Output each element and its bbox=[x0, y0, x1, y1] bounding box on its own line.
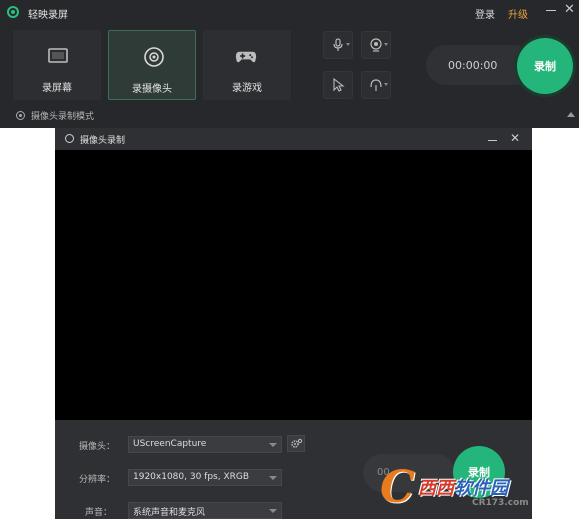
main-window: 轻映录屏 登录 升级 ✕ 录屏幕 录摄像头 录游戏 00:00:00 录制 摄像… bbox=[0, 0, 579, 128]
chevron-down-icon bbox=[384, 43, 388, 46]
audio-output-button[interactable] bbox=[361, 71, 391, 99]
webcam-toggle-button[interactable] bbox=[361, 31, 391, 59]
mode-record-webcam[interactable]: 录摄像头 bbox=[108, 30, 196, 100]
camera-settings-button[interactable] bbox=[287, 435, 305, 452]
webcam-icon bbox=[144, 47, 164, 67]
elapsed-timer: 00:00:00 bbox=[448, 59, 498, 72]
cursor-button[interactable] bbox=[323, 71, 353, 99]
app-logo-icon bbox=[7, 6, 19, 18]
camera-window-titlebar: 摄像头录制 ✕ bbox=[55, 128, 532, 150]
resolution-select[interactable]: 1920x1080, 30 fps, XRGB bbox=[128, 469, 282, 486]
chevron-down-icon bbox=[384, 83, 388, 86]
watermark-name: 西西软件园 bbox=[418, 478, 508, 499]
title-bar: 轻映录屏 登录 升级 ✕ bbox=[0, 0, 579, 26]
collapse-icon[interactable] bbox=[567, 112, 575, 117]
gear-icon bbox=[291, 438, 303, 448]
close-icon[interactable]: ✕ bbox=[510, 132, 520, 144]
minimize-icon[interactable] bbox=[488, 140, 497, 141]
camera-preview bbox=[55, 150, 532, 420]
microphone-icon bbox=[333, 38, 343, 51]
mode-status: 摄像头录制模式 bbox=[16, 109, 94, 122]
watermark-c-logo: C bbox=[380, 462, 416, 513]
audio-output-icon bbox=[370, 79, 382, 91]
camera-logo-icon bbox=[65, 134, 74, 143]
camera-label: 摄像头： bbox=[79, 442, 116, 452]
webcam-toggle-icon bbox=[370, 38, 382, 52]
resolution-label: 分辨率： bbox=[79, 475, 116, 485]
watermark-url: CR173.com bbox=[472, 498, 529, 508]
camera-select[interactable]: UScreenCapture bbox=[128, 436, 282, 453]
target-icon bbox=[16, 111, 25, 120]
audio-select[interactable]: 系统声音和麦克风 bbox=[128, 502, 282, 519]
mode-label: 录屏幕 bbox=[42, 83, 72, 94]
monitor-icon bbox=[48, 48, 68, 63]
resolution-select-value: 1920x1080, 30 fps, XRGB bbox=[133, 472, 250, 482]
gamepad-icon bbox=[235, 51, 257, 63]
camera-window-title: 摄像头录制 bbox=[80, 136, 126, 146]
mode-status-text: 摄像头录制模式 bbox=[31, 112, 95, 122]
record-button-label: 录制 bbox=[534, 60, 556, 73]
close-icon[interactable]: ✕ bbox=[564, 3, 575, 17]
mode-label: 录摄像头 bbox=[132, 84, 172, 95]
camera-window: 摄像头录制 ✕ 摄像头： UScreenCapture 分辨率： 1920x10… bbox=[55, 128, 532, 519]
cursor-icon bbox=[333, 77, 345, 92]
record-button[interactable]: 录制 bbox=[517, 38, 573, 94]
app-title: 轻映录屏 bbox=[28, 10, 68, 21]
minimize-icon[interactable] bbox=[545, 4, 557, 16]
audio-select-value: 系统声音和麦克风 bbox=[133, 508, 206, 518]
audio-label: 声音： bbox=[85, 508, 113, 518]
microphone-button[interactable] bbox=[323, 31, 353, 59]
login-link[interactable]: 登录 bbox=[475, 6, 495, 21]
mode-record-game[interactable]: 录游戏 bbox=[203, 30, 291, 100]
watermark-logo: C 西西软件园 CR173.com bbox=[380, 462, 572, 513]
upgrade-link[interactable]: 升级 bbox=[508, 6, 528, 21]
chevron-down-icon bbox=[346, 43, 350, 46]
mode-label: 录游戏 bbox=[232, 83, 262, 94]
chevron-down-icon bbox=[269, 509, 277, 513]
chevron-down-icon bbox=[269, 443, 277, 447]
mode-record-screen[interactable]: 录屏幕 bbox=[13, 30, 101, 100]
chevron-down-icon bbox=[269, 476, 277, 480]
camera-select-value: UScreenCapture bbox=[133, 439, 207, 449]
